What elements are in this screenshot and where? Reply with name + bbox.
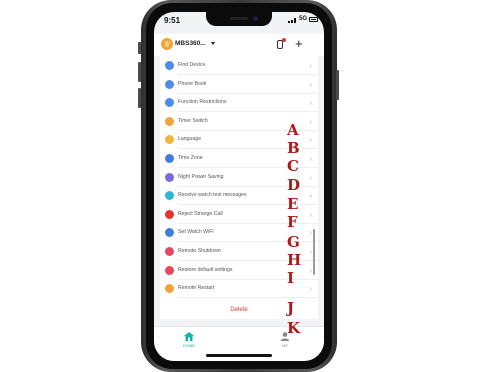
settings-row[interactable]: Remote Restart › <box>160 280 318 299</box>
front-camera <box>253 16 258 21</box>
chevron-right-icon: › <box>309 61 312 70</box>
chevron-right-icon: › <box>309 172 312 182</box>
settings-row-label: Phone Book <box>178 80 207 87</box>
settings-row[interactable]: Find Device › <box>160 57 318 75</box>
settings-row-label: Timer Switch <box>178 117 208 124</box>
mute-switch <box>138 42 141 54</box>
timer-icon <box>165 116 174 126</box>
device-avatar[interactable] <box>161 38 173 50</box>
signal-icon <box>288 17 298 23</box>
message-icon <box>165 191 174 201</box>
volume-up-button <box>138 62 141 82</box>
reject-call-icon <box>165 209 174 219</box>
home-icon <box>184 332 194 341</box>
chevron-right-icon: › <box>309 209 312 219</box>
chevron-right-icon: › <box>309 116 312 126</box>
settings-row-label: Receive watch text messages <box>178 192 247 199</box>
phone-book-icon <box>165 79 174 89</box>
speaker-grille <box>230 17 248 20</box>
chevron-right-icon: › <box>309 154 312 163</box>
annotation-letter: G <box>287 233 300 251</box>
language-icon <box>165 135 174 145</box>
settings-row-label: Language <box>178 136 202 143</box>
settings-row-label: Remote Shutdown <box>178 248 221 254</box>
annotation-letter: H <box>287 251 302 269</box>
network-type: 5G <box>298 16 307 22</box>
delete-button[interactable]: Delete <box>160 301 318 319</box>
tab-me[interactable]: ME <box>260 329 310 353</box>
power-button <box>336 70 339 100</box>
find-device-icon <box>165 61 174 70</box>
annotation-letter: A <box>287 121 299 139</box>
chevron-right-icon: › <box>309 135 312 145</box>
restart-icon <box>165 284 174 294</box>
wifi-icon <box>165 228 174 238</box>
notification-dot <box>282 38 286 42</box>
home-indicator <box>206 354 272 357</box>
annotation-letter: K <box>287 319 301 337</box>
row-divider <box>178 297 318 299</box>
chevron-down-icon[interactable] <box>211 42 215 45</box>
settings-row-label: Restore default settings <box>178 266 233 273</box>
annotation-letter: J <box>287 299 295 317</box>
tab-me-label: ME <box>282 343 288 348</box>
battery-icon <box>309 17 318 22</box>
timezone-icon <box>165 154 174 163</box>
settings-row[interactable]: Phone Book › <box>160 76 318 94</box>
settings-row[interactable]: Function Restrictions › <box>160 94 318 113</box>
app-header: MBS360... + <box>154 34 324 56</box>
restrictions-icon <box>165 98 174 108</box>
chevron-right-icon: › <box>309 98 312 108</box>
settings-row-label: Night Power Saving <box>178 173 224 180</box>
settings-row-label: Set Watch WiFi <box>178 229 214 236</box>
chevron-right-icon: › <box>309 265 312 275</box>
volume-down-button <box>138 88 141 108</box>
annotation-letter: E <box>287 195 299 213</box>
device-selector[interactable]: MBS360... <box>175 40 206 47</box>
annotation-letter: I <box>287 269 295 287</box>
annotation-letter: D <box>287 176 301 194</box>
settings-row-label: Find Device <box>178 62 206 68</box>
status-time: 9:51 <box>164 16 181 25</box>
settings-row-label: Function Restrictions <box>178 99 227 106</box>
chevron-right-icon: › <box>309 191 312 201</box>
restore-icon <box>165 265 174 275</box>
annotation-letter: C <box>287 157 299 175</box>
moon-icon <box>165 172 174 182</box>
chevron-right-icon: › <box>309 284 312 294</box>
add-device-button[interactable]: + <box>295 36 303 52</box>
tab-home-label: HOME <box>183 343 195 348</box>
notch <box>206 12 272 26</box>
chevron-right-icon: › <box>309 79 312 89</box>
annotation-letter: F <box>287 213 298 231</box>
scrollbar[interactable] <box>313 229 315 275</box>
chevron-right-icon: › <box>309 247 312 256</box>
settings-row-label: Reject Strange Call <box>178 210 223 217</box>
chevron-right-icon: › <box>309 228 312 238</box>
power-icon <box>165 247 174 256</box>
annotation-letter: B <box>287 139 300 157</box>
settings-row-label: Time Zone <box>178 155 203 161</box>
tab-home[interactable]: HOME <box>164 329 214 353</box>
settings-row-label: Remote Restart <box>178 285 215 292</box>
